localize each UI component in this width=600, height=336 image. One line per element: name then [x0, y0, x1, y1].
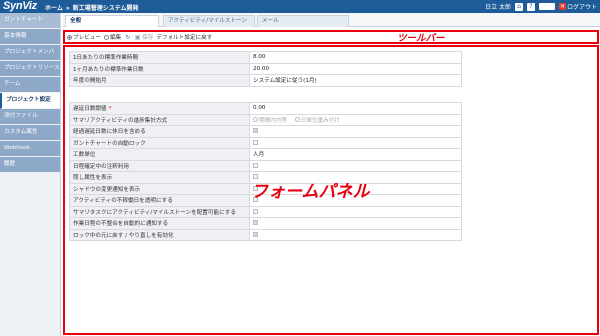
logout-button[interactable]: ✕ ログアウト [558, 2, 597, 11]
table-row: 年度の開始月 システム設定に従う(1月) [69, 74, 462, 87]
sidebar-item-basic-info[interactable]: 基本情報 [0, 29, 60, 45]
reset-default-button[interactable]: デフォルト設定に戻す [156, 33, 212, 41]
tab-activity-milestone[interactable]: アクティビティ/マイルストーン [163, 15, 255, 27]
preview-label: プレビュー [73, 35, 101, 41]
field-label: ロック中の元に戻す / やり直しを有効化 [69, 228, 250, 241]
field-label: 年度の開始月 [69, 74, 250, 87]
save-icon: ▣ [134, 33, 141, 41]
sidebar-item-resources[interactable]: プロジェクトリソース [0, 61, 60, 77]
field-label: サマリタスクにアクティビティ/マイルストーンを配置可能にする [69, 205, 250, 218]
close-icon: ✕ [558, 3, 566, 10]
edit-label: 編集 [109, 35, 122, 41]
checkbox[interactable] [253, 128, 258, 134]
help-icon[interactable]: ? [526, 2, 535, 11]
sidebar-item-custom-attributes[interactable]: カスタム属性 [0, 125, 60, 141]
header-right: 日立 太郎 ⌂ ? ✕ ログアウト [485, 2, 597, 11]
field-label: 作業日程の不整合を自動的に通知する [69, 217, 250, 230]
summary-option-radio[interactable]: 日単位重み付け [294, 116, 340, 124]
toolbar: プレビュー 編集 ↻ ▣ 保存 デフォルト設定に戻す [63, 30, 599, 44]
standard-days-value[interactable]: 20.00 [249, 62, 462, 75]
table-row: 日程確定中の注釈利用 [69, 159, 462, 172]
fiscal-start-value[interactable]: システム設定に従う(1月) [249, 74, 462, 87]
edit-radio[interactable]: 編集 [103, 33, 122, 41]
table-row: 1日あたりの標準作業時間 8.00 [69, 51, 462, 64]
option-label: 期間内均等 [259, 117, 287, 124]
field-label: 遅延日数閾値 * [69, 102, 250, 115]
field-label: シャドウの変更通知を表示 [69, 182, 250, 195]
save-label: 保存 [142, 35, 154, 41]
field-label: 日程確定中の注釈利用 [69, 159, 250, 172]
threshold-label: 遅延日数閾値 [73, 106, 107, 113]
radio-unselected-icon [103, 34, 109, 40]
checkbox[interactable] [253, 220, 258, 226]
checkbox[interactable] [253, 208, 258, 214]
sidebar-item-webhook[interactable]: Webhook [0, 141, 60, 157]
tab-mail[interactable]: メール [257, 15, 349, 27]
field-label: サマリアクティビティの進捗集計方式 [69, 113, 250, 126]
user-name[interactable]: 日立 太郎 [485, 2, 511, 11]
sidebar-item-members[interactable]: プロジェクトメンバ [0, 45, 60, 61]
preview-radio[interactable]: プレビュー [67, 33, 101, 41]
effort-unit-value[interactable]: 人月 [249, 148, 462, 161]
sidebar-item-gantt[interactable]: ガントチャート [0, 13, 60, 29]
field-label: 隠し属性を表示 [69, 171, 250, 184]
sidebar-item-project-settings[interactable]: プロジェクト設定 [0, 93, 60, 109]
breadcrumb: ホーム» 新工場管理システム開発 [45, 3, 139, 12]
table-row: 遅延日数閾値 * 0.00 [69, 102, 462, 115]
field-label: 経過遅延日数に休日を含める [69, 125, 250, 138]
sidebar-item-team[interactable]: チーム [0, 77, 60, 93]
breadcrumb-home[interactable]: ホーム [45, 5, 63, 12]
sidebar: ガントチャート 基本情報 プロジェクトメンバ プロジェクトリソース チーム プロ… [0, 13, 61, 336]
table-row: サマリタスクにアクティビティ/マイルストーンを配置可能にする [69, 205, 462, 218]
checkbox[interactable] [253, 162, 258, 168]
app-logo[interactable]: SynViz [3, 0, 37, 12]
refresh-icon[interactable]: ↻ [124, 34, 131, 41]
field-label: 1ヶ月あたりの標準作業日数 [69, 62, 250, 75]
threshold-value[interactable]: 0.00 [249, 102, 462, 115]
form-group-work-time: 1日あたりの標準作業時間 8.00 1ヶ月あたりの標準作業日数 20.00 年度… [69, 51, 462, 87]
tab-bar: 全般 アクティビティ/マイルストーン メール [63, 13, 600, 27]
toolbar-annotation: ツールバー [397, 33, 445, 44]
summary-option-radio[interactable]: 期間内均等 [253, 116, 287, 124]
tab-general[interactable]: 全般 [65, 15, 159, 27]
table-row: 工数単位 人月 [69, 148, 462, 161]
radio-icon [294, 117, 300, 122]
table-row: ロック中の元に戻す / やり直しを有効化 [69, 228, 462, 241]
standard-hours-value[interactable]: 8.00 [249, 51, 462, 64]
breadcrumb-project[interactable]: 新工場管理システム開発 [73, 5, 139, 12]
save-button[interactable]: ▣ 保存 [134, 33, 154, 42]
app-header: SynViz ホーム» 新工場管理システム開発 日立 太郎 ⌂ ? ✕ ログアウト [0, 0, 600, 13]
home-icon[interactable]: ⌂ [514, 2, 523, 11]
table-row: サマリアクティビティの進捗集計方式 期間内均等 日単位重み付け [69, 113, 462, 126]
breadcrumb-separator: » [65, 5, 70, 12]
table-row: 作業日程の不整合を自動的に通知する [69, 217, 462, 230]
summary-method-options: 期間内均等 日単位重み付け [249, 113, 462, 126]
checkbox[interactable] [253, 139, 258, 145]
field-label: アクティビティの不稼働日を透明にする [69, 194, 250, 207]
option-label: 日単位重み付け [300, 117, 340, 124]
form-group-options: 遅延日数閾値 * 0.00 サマリアクティビティの進捗集計方式 期間内均等 日単位… [69, 102, 462, 241]
sidebar-item-attachments[interactable]: 添付ファイル [0, 109, 60, 125]
field-label: ガントチャートの自動ロック [69, 136, 250, 149]
field-label: 工数単位 [69, 148, 250, 161]
sidebar-item-history[interactable]: 履歴 [0, 157, 60, 173]
radio-icon [253, 117, 258, 122]
logout-label: ログアウト [566, 4, 597, 11]
lang-select[interactable] [538, 3, 555, 10]
checkbox[interactable] [253, 231, 258, 237]
table-row: 経過遅延日数に休日を含める [69, 125, 462, 138]
table-row: 1ヶ月あたりの標準作業日数 20.00 [69, 62, 462, 75]
radio-selected-icon [67, 34, 72, 40]
field-label: 1日あたりの標準作業時間 [69, 51, 250, 64]
form-panel-annotation: フォームパネル [251, 182, 370, 202]
table-row: ガントチャートの自動ロック [69, 136, 462, 149]
required-mark: * [108, 106, 112, 113]
